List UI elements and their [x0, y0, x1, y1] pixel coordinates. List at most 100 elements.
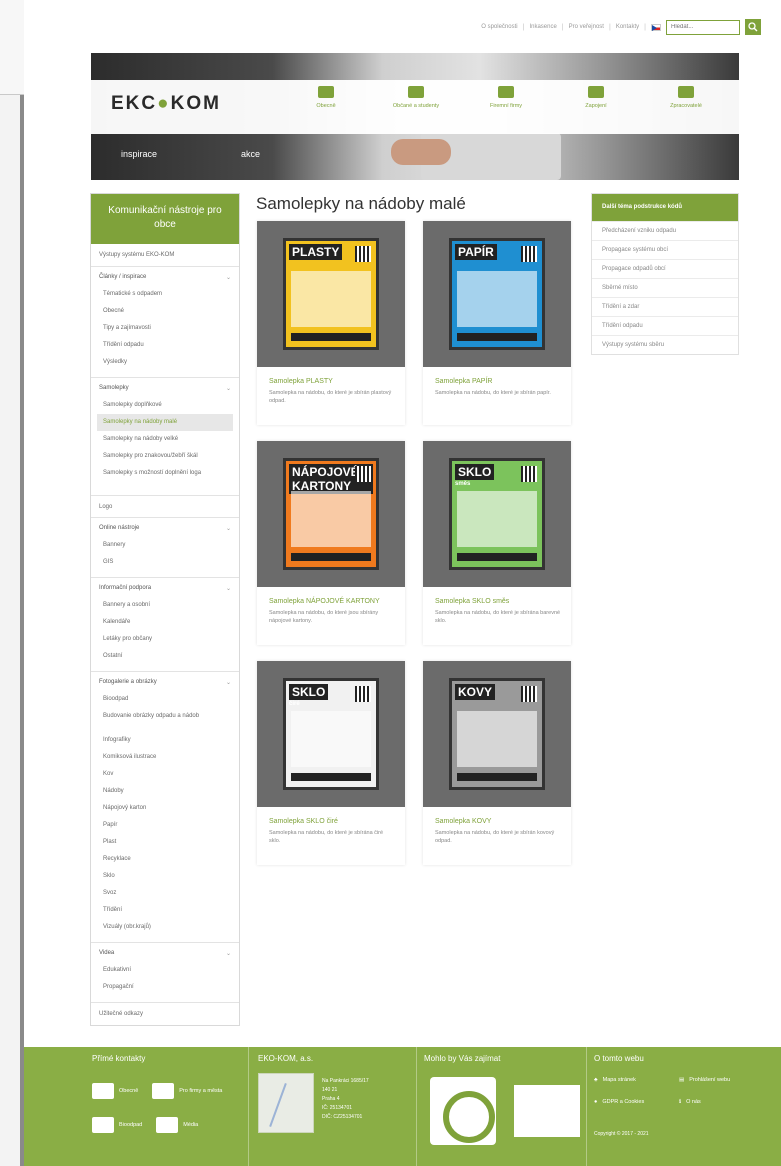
sidebar-item[interactable]: Sklo: [91, 868, 239, 885]
related-topic-item[interactable]: Předcházení vzniku odpadu: [592, 221, 738, 240]
sidebar-group-title[interactable]: Informační podpora ⌄: [91, 583, 239, 597]
nav-item-obce[interactable]: Obecně: [281, 86, 371, 109]
sidebar-group-title[interactable]: Články / inspirace ⌄: [91, 272, 239, 286]
search-button[interactable]: [745, 19, 761, 35]
nav-label: Zpracovatelé: [670, 103, 702, 109]
sticker-card[interactable]: SKLO čiré Samolepka SKLO čiré Samolepka na …: [257, 661, 405, 865]
sidebar-item[interactable]: Nádoby: [91, 783, 239, 800]
sidebar-item[interactable]: Třídění odpadu: [91, 337, 239, 354]
util-link-3[interactable]: Pro veřejnost: [569, 24, 604, 30]
sidebar-item[interactable]: Bioodpad: [91, 691, 239, 708]
sticker-card[interactable]: PAPÍR Samolepka PAPÍR Samolepka na nádobu,…: [423, 221, 571, 425]
related-topic-item[interactable]: Propagace systému obcí: [592, 240, 738, 259]
sidebar-item[interactable]: Nápojový karton: [91, 800, 239, 817]
sidebar-item[interactable]: Výsledky: [91, 354, 239, 371]
related-topic-item[interactable]: Propagace odpadů obcí: [592, 259, 738, 278]
related-topics-header: Další téma podstrukce kódů: [592, 194, 738, 221]
nav-item-zpracovatele[interactable]: Zpracovatelé: [641, 86, 731, 109]
footer-contacts: Přímé kontakty Obecně Pro firmy a města …: [92, 1047, 242, 1166]
sidebar-item[interactable]: Tipy a zajímavosti: [91, 320, 239, 337]
sidebar-item[interactable]: Samolepky s možností doplnění loga: [91, 465, 239, 489]
util-link-contacts[interactable]: Kontakty: [616, 24, 639, 30]
footer-map[interactable]: [258, 1073, 314, 1133]
bin-icon: [92, 1117, 114, 1133]
related-topic-item[interactable]: Třídění a zdar: [592, 297, 738, 316]
footer-link-declaration[interactable]: ▤ Prohlášení webu: [679, 1077, 730, 1083]
ekokom-logo[interactable]: EKC ● KOM: [111, 93, 221, 115]
sidebar-item[interactable]: Obecné: [91, 303, 239, 320]
sidebar-item[interactable]: Edukativní: [91, 962, 239, 979]
nav-item-obcane[interactable]: Občané a studenty: [371, 86, 461, 109]
sticker-title-link[interactable]: Samolepka NÁPOJOVÉ KARTONY: [257, 587, 405, 606]
sticker-title-link[interactable]: Samolepka PLASTY: [257, 367, 405, 386]
sidebar-item[interactable]: Papír: [91, 817, 239, 834]
sidebar-item[interactable]: Plast: [91, 834, 239, 851]
sidebar-item[interactable]: Samolepky doplňkové: [91, 397, 239, 414]
footer-promo-image-2[interactable]: [514, 1085, 580, 1137]
sidebar-item[interactable]: Budovanie obrázky odpadu a nádob: [91, 708, 239, 732]
footer-link-media[interactable]: Média: [156, 1117, 198, 1133]
hero-label-actions[interactable]: akce: [241, 149, 260, 159]
sidebar-item[interactable]: Kov: [91, 766, 239, 783]
sidebar-group-title[interactable]: Online nástroje ⌄: [91, 523, 239, 537]
sticker-thumbnail[interactable]: SKLO čiré: [257, 661, 405, 807]
footer-link-about[interactable]: ℹ O nás: [679, 1099, 701, 1105]
poster-title: PLASTY: [289, 244, 343, 260]
sticker-thumbnail[interactable]: SKLO směs: [423, 441, 571, 587]
sidebar-item[interactable]: Komiksová ilustrace: [91, 749, 239, 766]
search-input[interactable]: [666, 19, 740, 35]
sidebar-item[interactable]: Samolepky pro znakovou/žebří škál: [91, 448, 239, 465]
sidebar-item-logo[interactable]: Logo: [91, 496, 239, 518]
related-topic-item[interactable]: Výstupy systému sběru: [592, 335, 738, 354]
sticker-title-link[interactable]: Samolepka SKLO směs: [423, 587, 571, 606]
language-flag-icon[interactable]: [651, 23, 661, 31]
sidebar-item[interactable]: Tématické s odpadem: [91, 286, 239, 303]
footer-link-bioodpad[interactable]: Bioodpad: [92, 1117, 142, 1133]
sticker-thumbnail[interactable]: PLASTY: [257, 221, 405, 367]
sidebar-item-odkazy[interactable]: Užitečné odkazy: [91, 1003, 239, 1025]
sidebar-group-title[interactable]: Samolepky ⌄: [91, 383, 239, 397]
hero-label-inspiration[interactable]: inspirace: [121, 149, 157, 159]
sticker-title-link[interactable]: Samolepka PAPÍR: [423, 367, 571, 386]
sidebar-item[interactable]: Třídění: [91, 902, 239, 919]
sticker-title-link[interactable]: Samolepka KOVY: [423, 807, 571, 826]
footer-divider: [586, 1047, 587, 1166]
sidebar-group-title[interactable]: Videa ⌄: [91, 948, 239, 962]
util-link-2[interactable]: Inkasence: [529, 24, 556, 30]
sticker-title-link[interactable]: Samolepka SKLO čiré: [257, 807, 405, 826]
footer-promo-image-1[interactable]: [430, 1077, 496, 1145]
sticker-thumbnail[interactable]: PAPÍR: [423, 221, 571, 367]
sidebar-item[interactable]: Bannery a osobní: [91, 597, 239, 614]
sidebar-item-active[interactable]: Samolepky na nádoby malé: [97, 414, 233, 431]
sidebar-item[interactable]: Vizuály (obr.krajů): [91, 919, 239, 936]
sidebar-item[interactable]: Svoz: [91, 885, 239, 902]
footer-link-obce[interactable]: Obecně: [92, 1083, 138, 1099]
nav-item-firmy[interactable]: Firemní firmy: [461, 86, 551, 109]
footer-link-firmy[interactable]: Pro firmy a města: [152, 1083, 222, 1099]
sidebar-item[interactable]: Infografiky: [91, 732, 239, 749]
sidebar-item[interactable]: Bannery: [91, 537, 239, 554]
sidebar-item[interactable]: Samolepky na nádoby velké: [91, 431, 239, 448]
sidebar-item-vystupy[interactable]: Výstupy systému EKO-KOM: [91, 244, 239, 267]
sticker-thumbnail[interactable]: KOVY: [423, 661, 571, 807]
sticker-card[interactable]: PLASTY Samolepka PLASTY Samolepka na nádob…: [257, 221, 405, 425]
sidebar-item[interactable]: Letáky pro občany: [91, 631, 239, 648]
sidebar-group-title[interactable]: Fotogalerie a obrázky ⌄: [91, 677, 239, 691]
footer-link-gdpr[interactable]: ● GDPR a Cookies: [594, 1099, 644, 1105]
sidebar-item[interactable]: Propagační: [91, 979, 239, 996]
sticker-card[interactable]: KOVY Samolepka KOVY Samolepka na nádobu, d…: [423, 661, 571, 865]
browser-tab-area: [0, 0, 24, 95]
sticker-thumbnail[interactable]: NÁPOJOVÉ KARTONY: [257, 441, 405, 587]
footer-link-sitemap[interactable]: ♣ Mapa stránek: [594, 1077, 636, 1083]
util-link-about[interactable]: O společnosti: [481, 24, 517, 30]
related-topic-item[interactable]: Sběrné místo: [592, 278, 738, 297]
sticker-card[interactable]: NÁPOJOVÉ KARTONY Samolepka NÁPOJOVÉ KARTO…: [257, 441, 405, 645]
nav-item-zapojeni[interactable]: Zapojení: [551, 86, 641, 109]
sidebar-item[interactable]: Ostatní: [91, 648, 239, 665]
sidebar-item[interactable]: Recyklace: [91, 851, 239, 868]
related-topics-box: Další téma podstrukce kódů Předcházení v…: [591, 193, 739, 355]
related-topic-item[interactable]: Třídění odpadu: [592, 316, 738, 335]
sidebar-item[interactable]: GIS: [91, 554, 239, 571]
sticker-card[interactable]: SKLO směs Samolepka SKLO směs Samolepka na …: [423, 441, 571, 645]
sidebar-item[interactable]: Kalendáře: [91, 614, 239, 631]
